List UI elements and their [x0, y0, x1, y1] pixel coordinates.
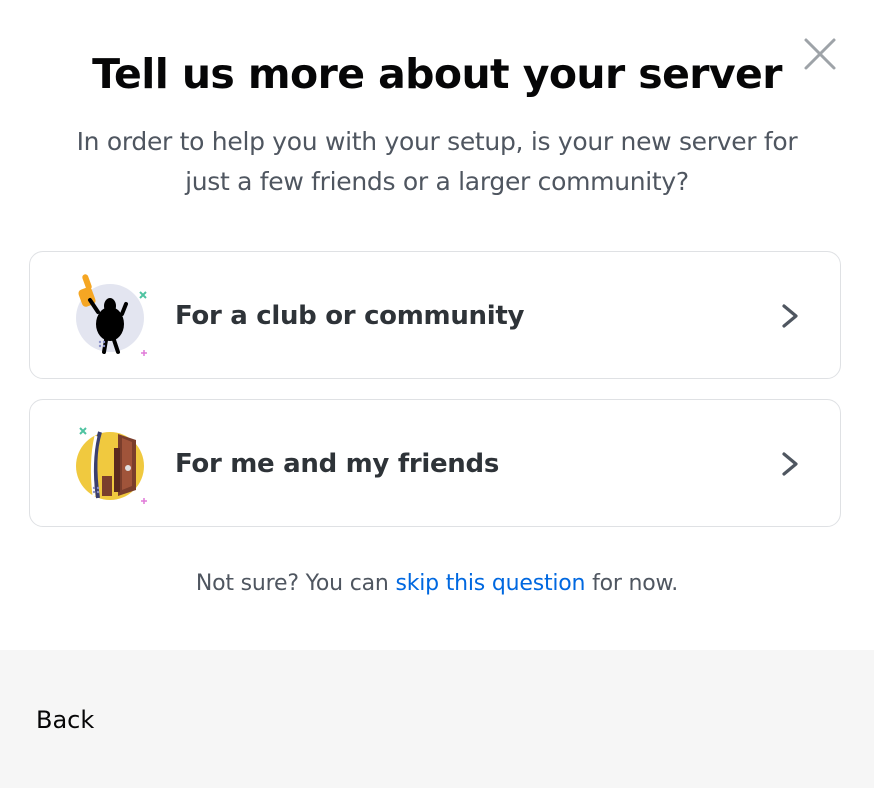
modal-title: Tell us more about your server — [92, 50, 782, 98]
modal-subtitle: In order to help you with your setup, is… — [40, 122, 834, 202]
friends-door-illustration-icon — [76, 427, 147, 504]
back-button[interactable]: Back — [36, 704, 94, 736]
chevron-right-icon — [782, 452, 798, 476]
option-me-and-friends[interactable]: For me and my friends — [29, 399, 841, 527]
hint-prefix: Not sure? You can — [195, 571, 396, 596]
modal-footer: Back — [0, 650, 874, 788]
skip-hint: Not sure? You can skip this question for… — [0, 566, 874, 602]
create-server-modal: Tell us more about your server In order … — [0, 0, 874, 788]
club-illustration-icon — [76, 274, 147, 356]
hint-suffix: for now. — [585, 571, 679, 596]
option-club-community[interactable]: For a club or community — [29, 251, 841, 379]
subtitle-line-1: In order to help you with your setup, is… — [76, 127, 798, 156]
subtitle-line-2: just a few friends or a larger community… — [185, 167, 689, 196]
chevron-right-icon — [782, 304, 798, 328]
option-label: For me and my friends — [175, 449, 500, 479]
skip-question-link[interactable]: skip this question — [395, 571, 585, 596]
option-label: For a club or community — [175, 301, 525, 331]
